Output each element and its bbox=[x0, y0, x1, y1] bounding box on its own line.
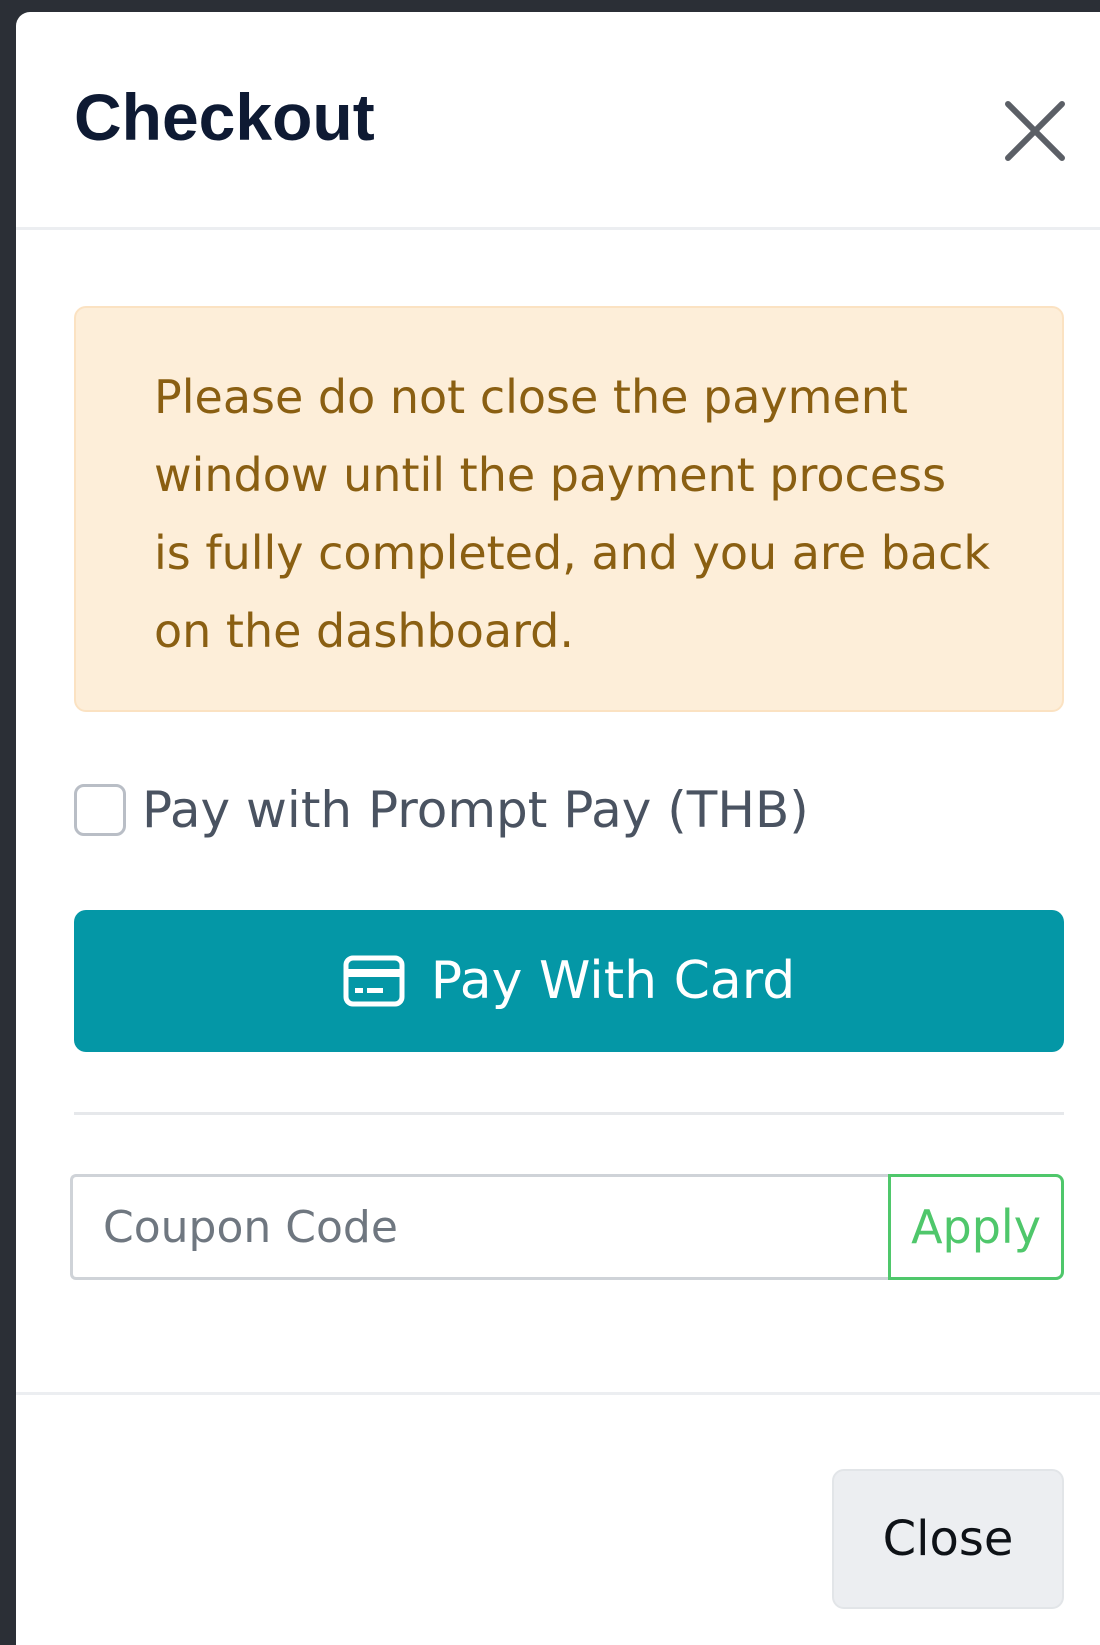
alert-text: Please do not close the payment window u… bbox=[154, 370, 991, 658]
pay-with-card-label: Pay With Card bbox=[430, 951, 796, 1011]
section-divider bbox=[74, 1112, 1064, 1115]
modal-title: Checkout bbox=[74, 80, 375, 154]
apply-coupon-button[interactable]: Apply bbox=[888, 1174, 1064, 1280]
close-icon[interactable] bbox=[1000, 96, 1070, 166]
modal-header: Checkout bbox=[16, 12, 1100, 230]
prompt-pay-label[interactable]: Pay with Prompt Pay (THB) bbox=[142, 781, 809, 839]
modal-footer: Close bbox=[16, 1392, 1100, 1645]
pay-with-card-button[interactable]: Pay With Card bbox=[74, 910, 1064, 1052]
payment-warning-alert: Please do not close the payment window u… bbox=[74, 306, 1064, 712]
close-button[interactable]: Close bbox=[832, 1469, 1064, 1609]
coupon-code-input[interactable] bbox=[70, 1174, 888, 1280]
modal-body: Please do not close the payment window u… bbox=[16, 230, 1100, 1400]
credit-card-icon bbox=[343, 955, 405, 1007]
prompt-pay-option[interactable]: Pay with Prompt Pay (THB) bbox=[74, 770, 809, 850]
coupon-group: Apply bbox=[70, 1174, 1064, 1280]
prompt-pay-checkbox[interactable] bbox=[74, 784, 126, 836]
checkout-modal: Checkout Please do not close the payment… bbox=[16, 12, 1100, 1645]
